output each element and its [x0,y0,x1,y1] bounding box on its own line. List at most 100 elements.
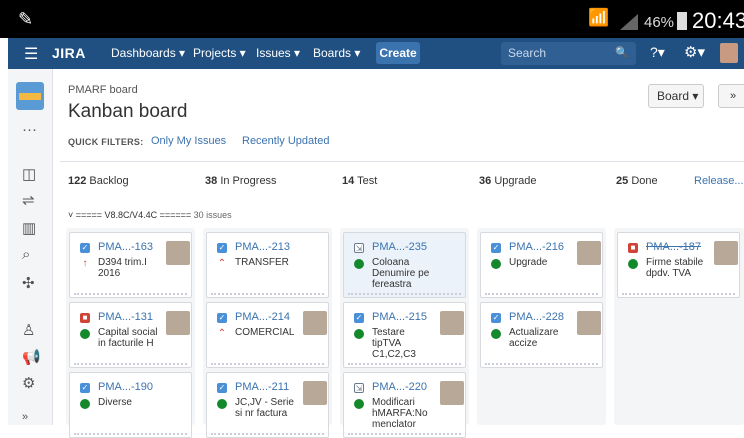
issue-key[interactable]: PMA...-216 [509,241,564,253]
add-user-icon[interactable]: ♙ [22,321,35,339]
priority-high-icon: ⌃ [217,258,227,269]
issue-summary: Actualizare accize [509,327,559,349]
issue-card[interactable]: ✓ PMA...-163 ↑ D394 trim.I 2016 [69,232,192,298]
issue-summary: COMERCIAL [235,327,295,338]
priority-low-icon [354,259,364,269]
task-type-icon: ✓ [217,383,227,393]
nav-dashboards[interactable]: Dashboards ▾ [111,46,185,60]
filter-recently-updated[interactable]: Recently Updated [242,135,329,147]
user-avatar[interactable] [720,43,738,63]
issue-key[interactable]: PMA...-213 [235,241,290,253]
search-input[interactable]: Search 🔍 [501,42,636,65]
backlog-icon[interactable]: ⇌ [22,191,35,209]
issue-summary: Upgrade [509,257,548,268]
issue-summary: Capital social in facturile H [98,327,158,349]
clock: 20:43 [692,8,744,33]
card-grabber [74,293,187,295]
issue-summary: Modificari hMARFA:No menclator [372,397,428,430]
collapse-button[interactable]: » [718,84,744,108]
board-menu-button[interactable]: Board ▾ [648,84,704,108]
issue-card[interactable]: ✓ PMA...-214 ⌃ COMERCIAL [206,302,329,368]
column-header-upgrade: 36 Upgrade [479,175,537,187]
issue-key[interactable]: PMA...-211 [235,381,289,393]
chevron-down-icon: ˅ [68,210,76,220]
task-type-icon: ✓ [491,243,501,253]
issue-card[interactable]: ✓ PMA...-216 Upgrade [480,232,603,298]
issue-card[interactable]: ⇲ PMA...-220 Modificari hMARFA:No menclato… [343,372,466,438]
assignee-avatar [440,381,464,405]
project-name[interactable]: PMARF board [68,84,138,96]
subtask-type-icon: ⇲ [354,243,364,253]
components-icon[interactable]: ✣ [22,274,35,292]
card-grabber [74,433,187,435]
issues-icon[interactable]: ⌕ [22,246,30,263]
jira-logo[interactable]: JIRA [52,45,86,61]
assignee-avatar [577,241,601,265]
priority-high-icon: ↑ [82,258,88,269]
card-grabber [211,433,324,435]
card-grabber [211,363,324,365]
feedback-icon[interactable]: 📢 [22,348,41,366]
issue-summary: D394 trim.I 2016 [98,257,147,279]
pencil-icon: ✎ [18,9,34,29]
task-type-icon: ✓ [80,243,90,253]
issue-key[interactable]: PMA...-215 [372,311,427,323]
assignee-avatar [577,311,601,335]
issue-key[interactable]: PMA...-163 [98,241,153,253]
issue-card[interactable]: ✓ PMA...-228 Actualizare accize [480,302,603,368]
settings-gear-icon[interactable]: ⚙▾ [684,43,705,61]
issue-key[interactable]: PMA...-187 [646,241,701,253]
nav-issues[interactable]: Issues ▾ [256,46,300,60]
nav-boards[interactable]: Boards ▾ [313,46,360,60]
swimlane-name: ===== V8.8C/V4.4C ====== [75,210,192,220]
issue-card[interactable]: ✓ PMA...-213 ⌃ TRANSFER [206,232,329,298]
reports-icon[interactable]: ▥ [22,219,36,237]
issue-card[interactable]: ■ PMA...-187 Firme stabile dpdv. TVA [617,232,740,298]
issue-summary: Diverse [98,397,132,408]
issue-card[interactable]: ✓ PMA...-190 Diverse [69,372,192,438]
card-grabber [211,293,324,295]
board-icon[interactable]: ◫ [22,165,36,183]
assignee-avatar [714,241,738,265]
assignee-avatar [303,311,327,335]
issue-card[interactable]: ⇲ PMA...-235 Coloana Denumire pe fereastra [343,232,466,298]
expand-sidebar-icon[interactable]: » [22,411,28,423]
issue-summary: Testare tipTVA C1,C2,C3 [372,327,416,360]
issue-card[interactable]: ✓ PMA...-215 Testare tipTVA C1,C2,C3 [343,302,466,368]
card-grabber [485,293,598,295]
task-type-icon: ✓ [354,313,364,323]
assignee-avatar [303,381,327,405]
project-avatar-icon[interactable] [16,82,44,110]
task-type-icon: ✓ [217,243,227,253]
issue-key[interactable]: PMA...-131 [98,311,153,323]
priority-high-icon: ⌃ [217,328,227,339]
issue-key[interactable]: PMA...-190 [98,381,153,393]
issue-card[interactable]: ✓ PMA...-211 JC,JV - Serie si nr factura [206,372,329,438]
priority-low-icon [217,399,227,409]
issue-key[interactable]: PMA...-228 [509,311,564,323]
priority-low-icon [354,399,364,409]
project-settings-icon[interactable]: ⚙ [22,374,35,392]
help-icon[interactable]: ?▾ [650,44,665,61]
swimlane-header[interactable]: ˅ ===== V8.8C/V4.4C ====== 30 issues [68,210,232,220]
task-type-icon: ✓ [217,313,227,323]
filter-only-my-issues[interactable]: Only My Issues [151,135,226,147]
bug-type-icon: ■ [80,313,90,323]
nav-projects[interactable]: Projects ▾ [193,46,246,60]
more-icon[interactable]: ··· [22,121,37,138]
column-headers: 122 Backlog 38 In Progress 14 Test 36 Up… [60,161,744,197]
priority-low-icon [80,399,90,409]
issue-key[interactable]: PMA...-220 [372,381,427,393]
release-link[interactable]: Release... [694,175,744,187]
card-grabber [348,293,461,295]
issue-key[interactable]: PMA...-214 [235,311,290,323]
issue-card[interactable]: ■ PMA...-131 Capital social in facturile H [69,302,192,368]
column-header-done: 25 Done [616,175,658,187]
app-switcher-icon[interactable]: ☰ [24,44,38,64]
quick-filters-label: QUICK FILTERS: [68,137,144,147]
priority-low-icon [491,329,501,339]
issue-summary: JC,JV - Serie si nr factura [235,397,294,419]
card-grabber [74,363,187,365]
issue-key[interactable]: PMA...-235 [372,241,427,253]
create-button[interactable]: Create [376,42,420,64]
